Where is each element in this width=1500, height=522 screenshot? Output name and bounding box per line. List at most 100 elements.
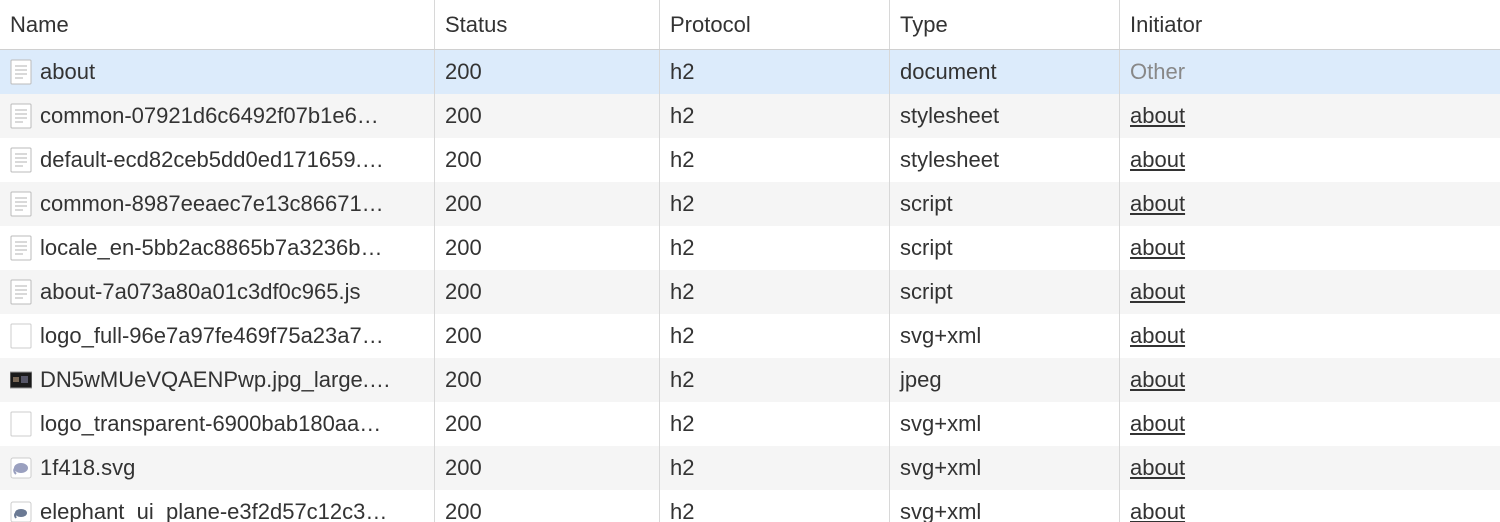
- column-header-name[interactable]: Name: [0, 0, 435, 49]
- cell-protocol: h2: [660, 226, 890, 270]
- cell-protocol: h2: [660, 138, 890, 182]
- cell-name[interactable]: locale_en-5bb2ac8865b7a3236b…: [0, 226, 435, 270]
- initiator-link[interactable]: about: [1130, 358, 1185, 402]
- cell-status: 200: [435, 182, 660, 226]
- cell-protocol: h2: [660, 402, 890, 446]
- cell-name[interactable]: DN5wMUeVQAENPwp.jpg_large.…: [0, 358, 435, 402]
- cell-type: jpeg: [890, 358, 1120, 402]
- initiator-link[interactable]: about: [1130, 182, 1185, 226]
- cell-status: 200: [435, 490, 660, 522]
- request-name: locale_en-5bb2ac8865b7a3236b…: [40, 226, 383, 270]
- cell-initiator[interactable]: about: [1120, 270, 1500, 314]
- cell-initiator[interactable]: about: [1120, 446, 1500, 490]
- svg-file-icon: [10, 411, 32, 437]
- cell-status: 200: [435, 358, 660, 402]
- cell-status: 200: [435, 226, 660, 270]
- request-name: 1f418.svg: [40, 446, 135, 490]
- initiator-link[interactable]: about: [1130, 490, 1185, 522]
- request-name: common-07921d6c6492f07b1e6…: [40, 94, 379, 138]
- table-row[interactable]: common-8987eeaec7e13c86671… 200h2scriptab…: [0, 182, 1500, 226]
- document-icon: [10, 59, 32, 85]
- initiator-link[interactable]: about: [1130, 314, 1185, 358]
- document-icon: [10, 191, 32, 217]
- cell-status: 200: [435, 94, 660, 138]
- cell-protocol: h2: [660, 446, 890, 490]
- document-icon: [10, 103, 32, 129]
- cell-name[interactable]: elephant_ui_plane-e3f2d57c12c3…: [0, 490, 435, 522]
- cell-initiator[interactable]: about: [1120, 490, 1500, 522]
- request-name: logo_full-96e7a97fe469f75a23a7…: [40, 314, 384, 358]
- initiator-link[interactable]: about: [1130, 270, 1185, 314]
- table-row[interactable]: logo_full-96e7a97fe469f75a23a7… 200h2svg+…: [0, 314, 1500, 358]
- cell-type: svg+xml: [890, 314, 1120, 358]
- cell-name[interactable]: about: [0, 50, 435, 94]
- cell-type: script: [890, 182, 1120, 226]
- column-header-initiator[interactable]: Initiator: [1120, 0, 1500, 49]
- cell-initiator[interactable]: about: [1120, 358, 1500, 402]
- cell-name[interactable]: about-7a073a80a01c3df0c965.js: [0, 270, 435, 314]
- request-name: about: [40, 50, 95, 94]
- table-row[interactable]: default-ecd82ceb5dd0ed171659.…200h2style…: [0, 138, 1500, 182]
- table-row[interactable]: elephant_ui_plane-e3f2d57c12c3… 200h2svg+…: [0, 490, 1500, 522]
- cell-protocol: h2: [660, 270, 890, 314]
- column-header-type[interactable]: Type: [890, 0, 1120, 49]
- initiator-link[interactable]: about: [1130, 138, 1185, 182]
- request-name: DN5wMUeVQAENPwp.jpg_large.…: [40, 358, 391, 402]
- cell-type: svg+xml: [890, 446, 1120, 490]
- cell-status: 200: [435, 402, 660, 446]
- cell-status: 200: [435, 138, 660, 182]
- cell-name[interactable]: default-ecd82ceb5dd0ed171659.…: [0, 138, 435, 182]
- request-name: about-7a073a80a01c3df0c965.js: [40, 270, 361, 314]
- request-name: logo_transparent-6900bab180aa…: [40, 402, 381, 446]
- initiator-link[interactable]: about: [1130, 446, 1185, 490]
- cell-name[interactable]: logo_transparent-6900bab180aa…: [0, 402, 435, 446]
- cell-name[interactable]: logo_full-96e7a97fe469f75a23a7…: [0, 314, 435, 358]
- cell-protocol: h2: [660, 182, 890, 226]
- table-row[interactable]: 1f418.svg 200h2svg+xmlabout: [0, 446, 1500, 490]
- elephant-emoji-icon: [10, 455, 32, 481]
- cell-type: svg+xml: [890, 490, 1120, 522]
- table-row[interactable]: about200h2documentOther: [0, 50, 1500, 94]
- cell-type: svg+xml: [890, 402, 1120, 446]
- document-icon: [10, 147, 32, 173]
- cell-protocol: h2: [660, 358, 890, 402]
- initiator-link[interactable]: about: [1130, 402, 1185, 446]
- request-name: common-8987eeaec7e13c86671…: [40, 182, 384, 226]
- cell-name[interactable]: common-8987eeaec7e13c86671…: [0, 182, 435, 226]
- cell-initiator: Other: [1120, 50, 1500, 94]
- table-body: about200h2documentOthercommon-07921d6c64…: [0, 50, 1500, 522]
- cell-initiator[interactable]: about: [1120, 314, 1500, 358]
- cell-protocol: h2: [660, 314, 890, 358]
- svg-file-icon: [10, 323, 32, 349]
- table-row[interactable]: locale_en-5bb2ac8865b7a3236b… 200h2script…: [0, 226, 1500, 270]
- table-header-row: Name Status Protocol Type Initiator: [0, 0, 1500, 50]
- column-header-protocol[interactable]: Protocol: [660, 0, 890, 49]
- table-row[interactable]: about-7a073a80a01c3df0c965.js200h2script…: [0, 270, 1500, 314]
- table-row[interactable]: common-07921d6c6492f07b1e6… 200h2styleshe…: [0, 94, 1500, 138]
- table-row[interactable]: logo_transparent-6900bab180aa… 200h2svg+x…: [0, 402, 1500, 446]
- cell-status: 200: [435, 314, 660, 358]
- document-icon: [10, 279, 32, 305]
- cell-type: script: [890, 226, 1120, 270]
- request-name: default-ecd82ceb5dd0ed171659.…: [40, 138, 384, 182]
- cell-status: 200: [435, 446, 660, 490]
- cell-name[interactable]: common-07921d6c6492f07b1e6…: [0, 94, 435, 138]
- cell-initiator[interactable]: about: [1120, 182, 1500, 226]
- cell-protocol: h2: [660, 94, 890, 138]
- cell-initiator[interactable]: about: [1120, 226, 1500, 270]
- initiator-link[interactable]: about: [1130, 226, 1185, 270]
- cell-name[interactable]: 1f418.svg: [0, 446, 435, 490]
- table-row[interactable]: DN5wMUeVQAENPwp.jpg_large.… 200h2jpegabou…: [0, 358, 1500, 402]
- cell-protocol: h2: [660, 490, 890, 522]
- column-header-status[interactable]: Status: [435, 0, 660, 49]
- request-name: elephant_ui_plane-e3f2d57c12c3…: [40, 490, 387, 522]
- cell-initiator[interactable]: about: [1120, 94, 1500, 138]
- cell-status: 200: [435, 50, 660, 94]
- initiator-link[interactable]: about: [1130, 94, 1185, 138]
- initiator-text: Other: [1130, 50, 1185, 94]
- cell-initiator[interactable]: about: [1120, 138, 1500, 182]
- cell-type: script: [890, 270, 1120, 314]
- cell-type: stylesheet: [890, 94, 1120, 138]
- cell-initiator[interactable]: about: [1120, 402, 1500, 446]
- jpeg-thumbnail-icon: [10, 367, 32, 393]
